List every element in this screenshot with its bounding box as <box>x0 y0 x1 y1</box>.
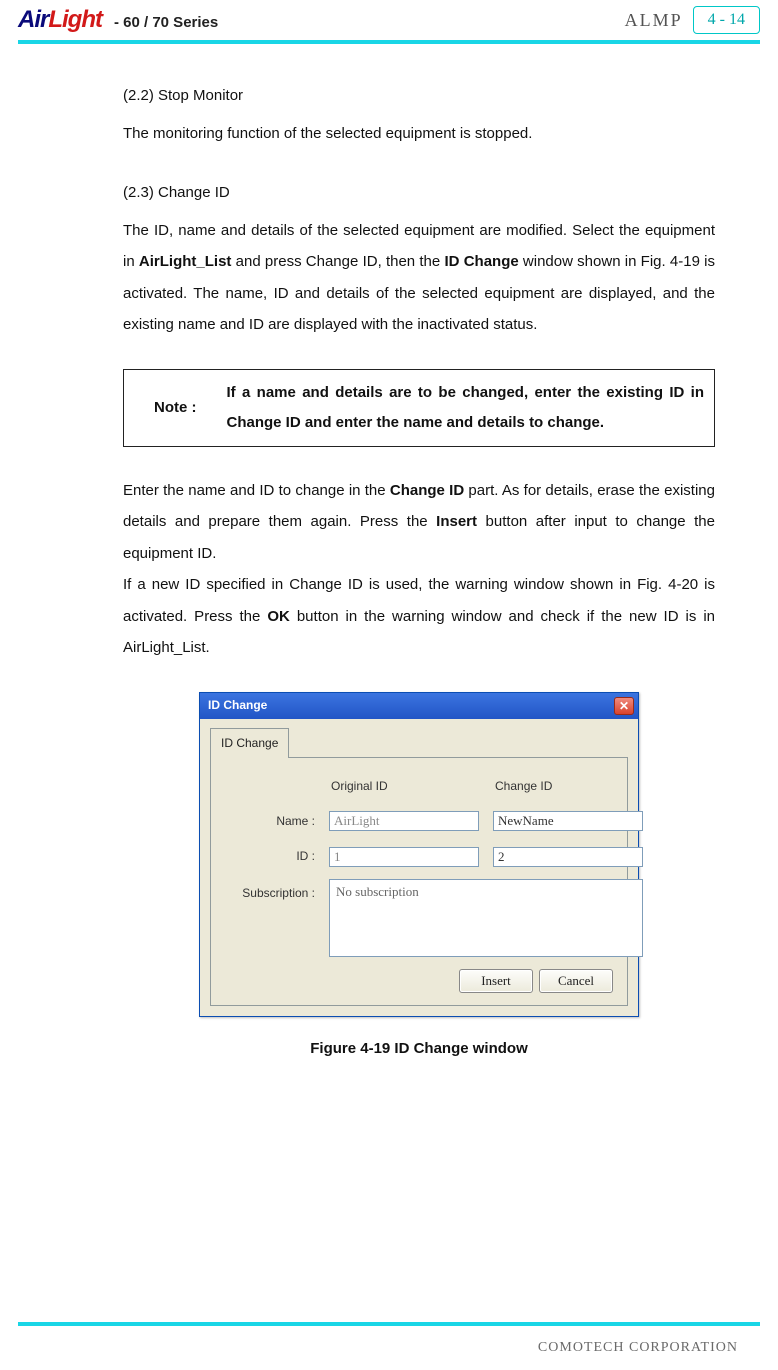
airlight-list-term: AirLight_List <box>139 253 232 270</box>
paragraph-warning: If a new ID specified in Change ID is us… <box>123 569 715 664</box>
section-2-3-body: The ID, name and details of the selected… <box>123 215 715 341</box>
change-id-term: Change ID <box>390 482 464 499</box>
name-original-field <box>329 811 479 831</box>
almp-label: ALMP <box>625 10 683 31</box>
logo-part-air: Air <box>18 6 48 33</box>
note-box: Note : If a name and details are to be c… <box>123 369 715 447</box>
subscription-field[interactable] <box>329 879 643 957</box>
label-name: Name : <box>225 809 315 834</box>
dialog-titlebar[interactable]: ID Change ✕ <box>200 693 638 719</box>
section-2-2-title: (2.2) Stop Monitor <box>123 80 715 112</box>
text-fragment: and press Change ID, then the <box>231 253 444 270</box>
section-2-2-body: The monitoring function of the selected … <box>123 118 715 150</box>
tab-id-change[interactable]: ID Change <box>210 728 289 758</box>
dialog-body: ID Change Original ID Change ID Name : I… <box>200 719 638 1017</box>
cancel-button[interactable]: Cancel <box>539 969 613 993</box>
header-bar: AirLight - 60 / 70 Series ALMP 4 - 14 <box>18 0 760 36</box>
column-header-change: Change ID <box>493 774 643 799</box>
footer-rule <box>18 1322 760 1326</box>
header-right: ALMP 4 - 14 <box>625 6 760 34</box>
note-text: If a name and details are to be changed,… <box>227 378 705 438</box>
name-change-field[interactable] <box>493 811 643 831</box>
page-number-pill: 4 - 14 <box>693 6 760 34</box>
ok-term: OK <box>267 608 290 625</box>
logo-block: AirLight - 60 / 70 Series <box>18 6 218 34</box>
series-label: - 60 / 70 Series <box>114 14 218 31</box>
figure-caption: Figure 4-19 ID Change window <box>310 1033 528 1065</box>
text-fragment: Enter the name and ID to change in the <box>123 482 390 499</box>
insert-term: Insert <box>436 513 477 530</box>
footer-company: COMOTECH CORPORATION <box>538 1340 738 1356</box>
column-header-original: Original ID <box>329 774 479 799</box>
insert-button[interactable]: Insert <box>459 969 533 993</box>
form-grid: Original ID Change ID Name : ID : Subscr… <box>225 774 613 958</box>
header-rule <box>18 40 760 44</box>
brand-logo: AirLight <box>18 6 102 34</box>
main-content: (2.2) Stop Monitor The monitoring functi… <box>18 80 760 1065</box>
dialog-buttons: Insert Cancel <box>225 969 613 993</box>
id-change-term: ID Change <box>444 253 518 270</box>
label-id: ID : <box>225 844 315 869</box>
tab-panel: Original ID Change ID Name : ID : Subscr… <box>210 757 628 1007</box>
section-2-3-title: (2.3) Change ID <box>123 177 715 209</box>
id-original-field <box>329 847 479 867</box>
page: AirLight - 60 / 70 Series ALMP 4 - 14 (2… <box>0 0 778 1370</box>
figure-4-19: ID Change ✕ ID Change Original ID Change… <box>123 692 715 1065</box>
id-change-dialog: ID Change ✕ ID Change Original ID Change… <box>199 692 639 1018</box>
id-change-field[interactable] <box>493 847 643 867</box>
close-icon[interactable]: ✕ <box>614 697 634 715</box>
dialog-title: ID Change <box>208 693 267 718</box>
note-label: Note : <box>134 392 227 424</box>
paragraph-change-id: Enter the name and ID to change in the C… <box>123 475 715 570</box>
label-subscription: Subscription : <box>225 879 315 906</box>
logo-part-light: Light <box>48 6 102 33</box>
